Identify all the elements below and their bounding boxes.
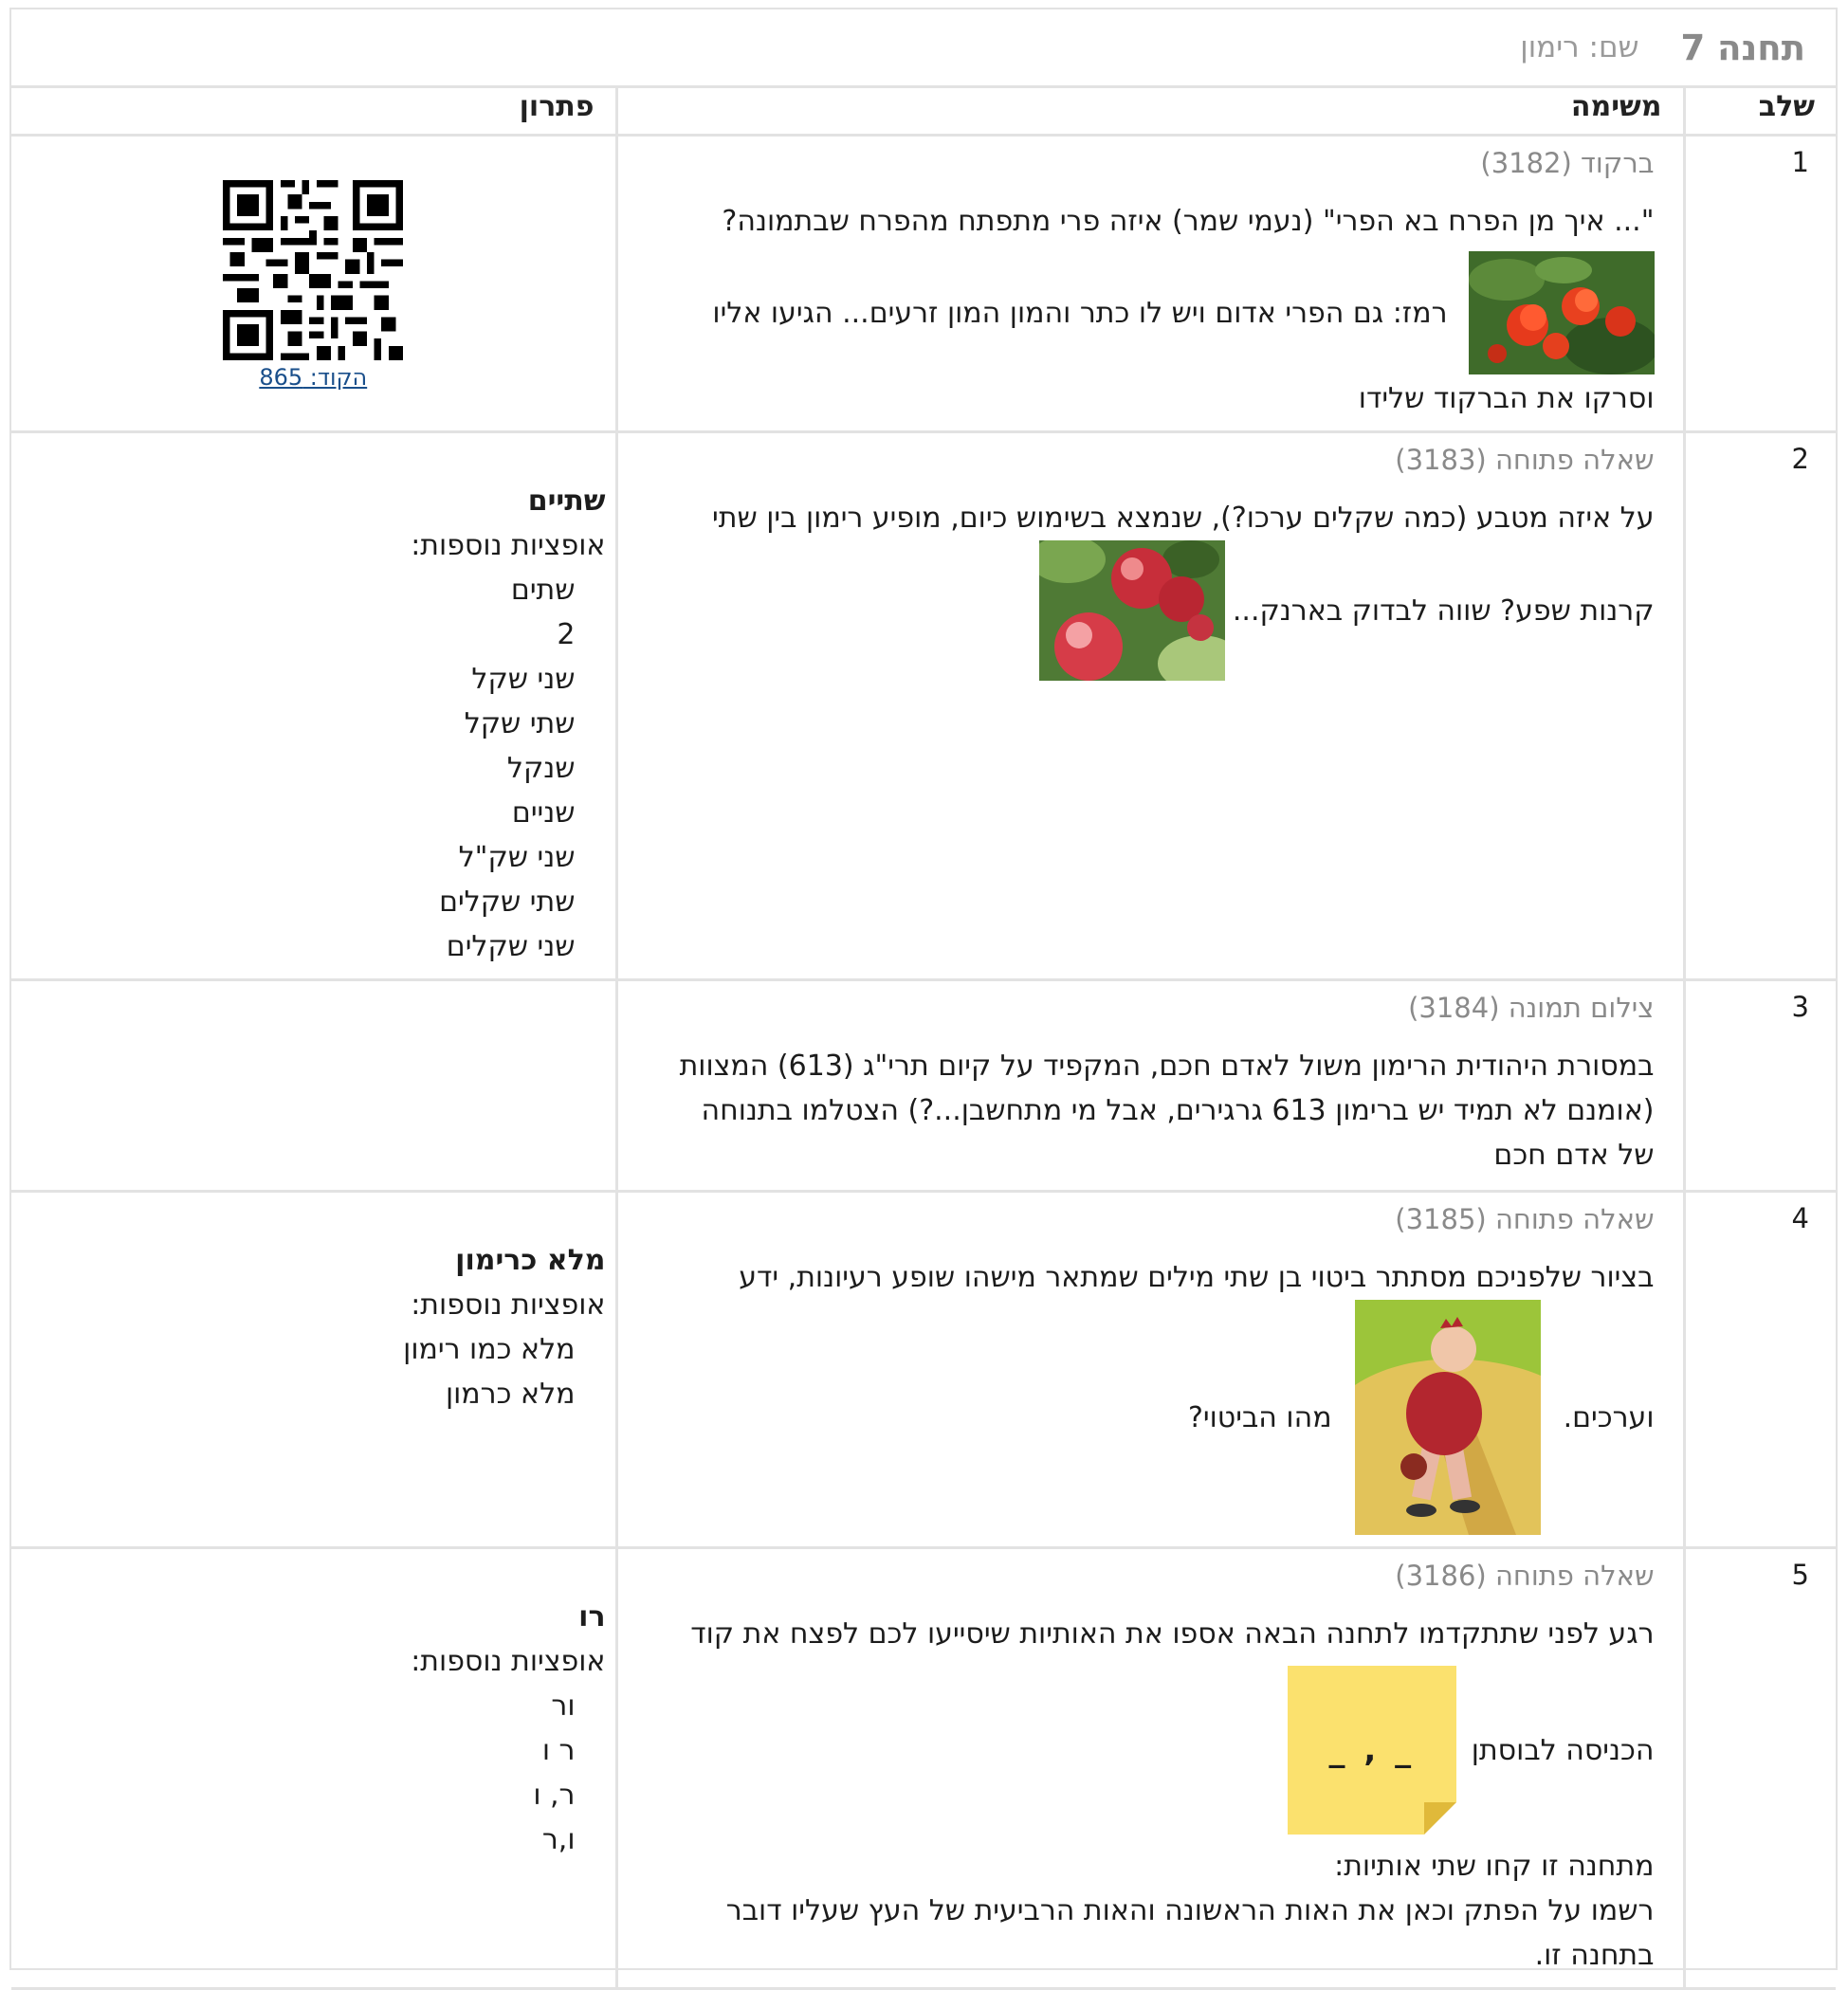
answer-option: שניים [511, 796, 576, 830]
task-text: על איזה מטבע (כמה שקלים ערכו?), שנמצא בש… [712, 502, 1655, 535]
task-text: רגע לפני שתתקדמו לתחנה הבאה אספו את האות… [690, 1617, 1655, 1651]
qr-block: הקוד: 865 [11, 137, 615, 391]
header-step: שלב [1682, 88, 1836, 137]
qr-code-icon [223, 180, 404, 360]
table-header-row: שלב משימה פתרון [11, 88, 1836, 137]
step-number: 1 [1791, 146, 1809, 178]
task-type: ברקוד (3182) [1480, 147, 1655, 179]
step-number: 3 [1791, 991, 1809, 1023]
station-name: שם: רימון [1520, 30, 1639, 64]
answer-option: שתי שקל [464, 707, 576, 740]
task-text: (אומנם לא תמיד יש ברימון 613 גרגירים, אב… [701, 1094, 1655, 1127]
options-label: אופציות נוספות: [411, 1288, 606, 1322]
cartoon-man-image [1354, 1300, 1541, 1535]
answer-option: שנקל [506, 752, 576, 785]
task-type: צילום תמונה (3184) [1408, 992, 1655, 1024]
table-row: 5 שאלה פתוחה (3186) רגע לפני שתתקדמו לתח… [11, 1546, 1836, 1990]
station-title: תחנה 7 [1680, 27, 1805, 68]
task-text: מתחנה זו קחו שתי אותיות: [1334, 1850, 1655, 1883]
task-type: שאלה פתוחה (3183) [1395, 444, 1655, 476]
table-row: 4 שאלה פתוחה (3185) בציור שלפניכם מסתתר … [11, 1190, 1836, 1549]
note-fold-icon [1423, 1802, 1456, 1835]
station-header: תחנה 7 שם: רימון [11, 9, 1836, 88]
task-text: "... איך מן הפרח בא הפרי" (נעמי שמר) איז… [722, 205, 1655, 238]
header-task: משימה [614, 88, 1686, 137]
sticky-note-text: _ , _ [1328, 1731, 1416, 1769]
sticky-note: _ , _ [1287, 1666, 1456, 1835]
task-type: שאלה פתוחה (3185) [1395, 1203, 1655, 1235]
task-text: בתחנה זו. [1534, 1939, 1655, 1972]
answer-option: שני שקל [471, 663, 576, 696]
task-hint: רמז: גם הפרי אדום ויש לו כתר והמון המון … [712, 296, 1448, 330]
answer-main: שתיים [527, 484, 606, 518]
answer-option: שני שק"ל [458, 841, 576, 874]
pomegranate-flower-image [1468, 251, 1655, 374]
header-solution: פתרון [11, 88, 618, 137]
answer-option: שתי שקלים [439, 885, 576, 919]
answer-main: רו [578, 1600, 606, 1634]
options-label: אופציות נוספות: [411, 1645, 606, 1678]
step-number: 5 [1791, 1559, 1809, 1591]
answer-option: ר, ו [533, 1779, 576, 1812]
answer-main: מלא כרימון [455, 1244, 606, 1277]
table-row: 3 צילום תמונה (3184) במסורת היהודית הרימ… [11, 978, 1836, 1193]
task-text: במסורת היהודית הרימון משול לאדם חכם, המק… [679, 1050, 1655, 1083]
pomegranates-image [1038, 540, 1225, 681]
answer-option: ר ו [541, 1734, 576, 1767]
answer-option: שתים [510, 574, 576, 607]
table-row: 1 ברקוד (3182) "... איך מן הפרח בא הפרי"… [11, 134, 1836, 433]
task-text: של אדם חכם [1493, 1139, 1655, 1172]
answer-option: מלא כמו רימון [403, 1333, 576, 1366]
task-hint: קרנות שפע? שווה לבדוק בארנק... [1232, 593, 1655, 628]
task-text: רשמו על הפתק וכאן את האות הראשונה והאות … [725, 1894, 1655, 1927]
table-row: 2 שאלה פתוחה (3183) על איזה מטבע (כמה שק… [11, 430, 1836, 981]
step-number: 4 [1791, 1202, 1809, 1234]
qr-code-label[interactable]: הקוד: 865 [259, 364, 367, 391]
task-question: מהו הביטוי? [1187, 1400, 1332, 1434]
options-label: אופציות נוספות: [411, 529, 606, 562]
answer-option: ור [551, 1689, 576, 1723]
answer-option: ו,ר [541, 1823, 576, 1856]
task-text: וערכים. [1563, 1400, 1655, 1434]
answer-option: מלא כרמון [445, 1378, 576, 1411]
task-text: בציור שלפניכם מסתתר ביטוי בן שתי מילים ש… [739, 1261, 1655, 1294]
tasks-table: שלב משימה פתרון 1 ברקוד (3182) "... איך … [11, 88, 1836, 1990]
task-type: שאלה פתוחה (3186) [1395, 1560, 1655, 1592]
step-number: 2 [1791, 443, 1809, 475]
answer-option: 2 [557, 618, 576, 651]
answer-option: שני שקלים [446, 930, 576, 963]
station-card: תחנה 7 שם: רימון שלב משימה פתרון 1 ברקוד… [9, 8, 1838, 1990]
task-instruction: וסרקו את הברקוד שלידו [1358, 382, 1655, 415]
task-text: הכניסה לבוסתן [1471, 1733, 1655, 1767]
